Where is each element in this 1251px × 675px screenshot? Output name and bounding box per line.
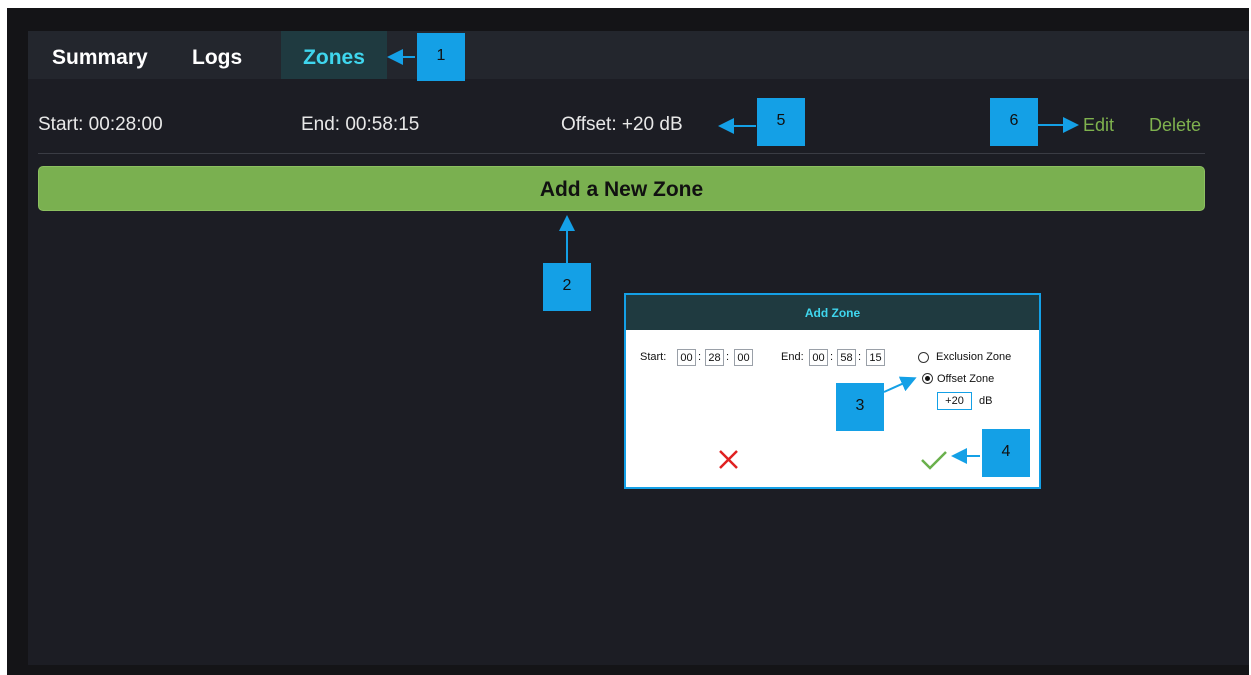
callout-5: 5 xyxy=(757,98,805,146)
annotation-arrows xyxy=(387,49,1079,464)
callout-6: 6 xyxy=(990,98,1038,146)
callout-4: 4 xyxy=(982,429,1030,477)
callout-2: 2 xyxy=(543,263,591,311)
callout-3: 3 xyxy=(836,383,884,431)
callout-1: 1 xyxy=(417,33,465,81)
